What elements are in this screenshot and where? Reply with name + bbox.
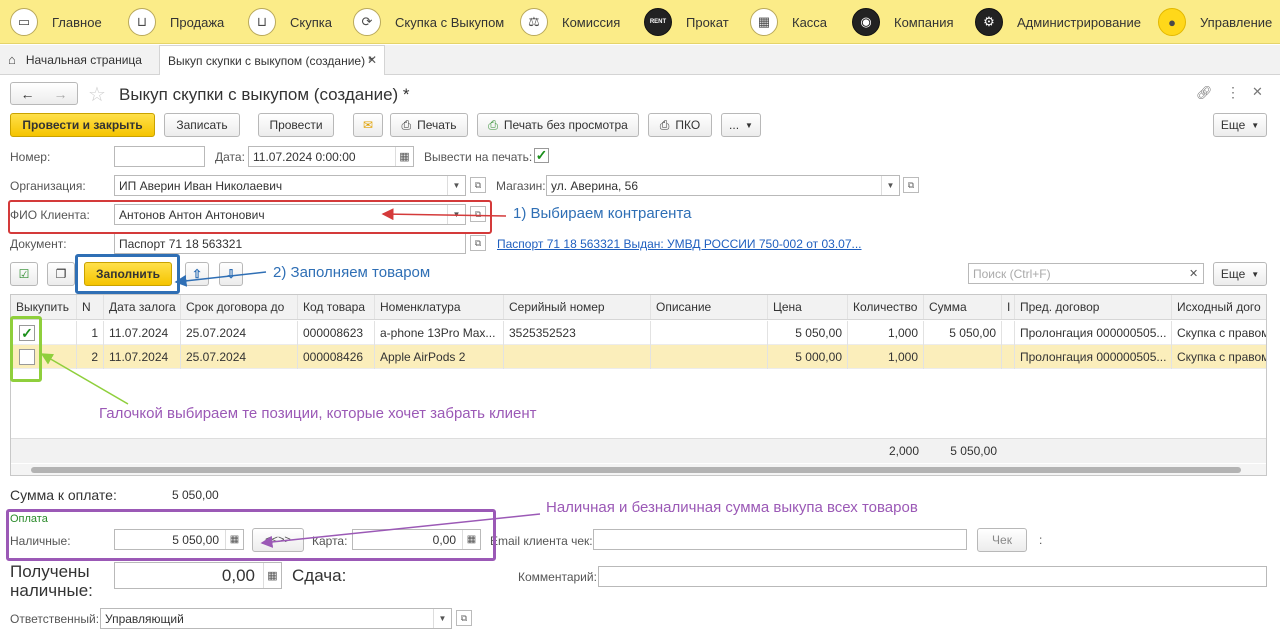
annotation-4: Наличная и безналичная сумма выкупа всех… xyxy=(546,499,918,516)
annotation-3: Галочкой выбираем те позиции, которые хо… xyxy=(99,405,537,422)
arrow-payment xyxy=(260,513,541,548)
arrow-client xyxy=(381,208,507,221)
arrow-fill xyxy=(174,271,267,287)
annotation-2: 2) Заполняем товаром xyxy=(273,264,431,281)
annotation-arrows xyxy=(40,208,541,548)
annotation-1: 1) Выбираем контрагента xyxy=(513,205,692,222)
arrow-checkboxes xyxy=(40,353,129,405)
